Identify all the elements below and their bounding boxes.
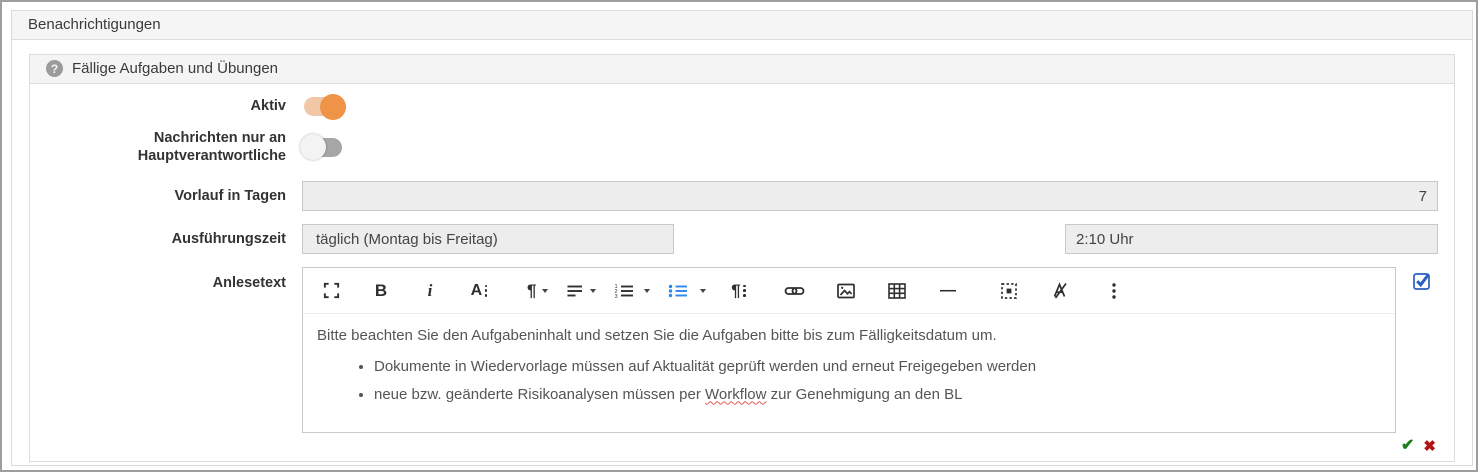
execution-time-label: Ausführungszeit	[46, 230, 286, 248]
remove-format-icon	[1050, 281, 1070, 301]
dots-icon	[743, 285, 746, 297]
unordered-list-button[interactable]	[664, 276, 710, 306]
bold-icon: B	[375, 281, 387, 301]
table-button[interactable]	[883, 276, 911, 306]
svg-text:3: 3	[615, 294, 618, 300]
toggle-knob	[320, 94, 346, 120]
editor-wrap: B i A ¶	[302, 267, 1438, 433]
row-lead-days: Vorlauf in Tagen	[46, 181, 1438, 211]
confirm-icon[interactable]: ✔	[1401, 438, 1414, 454]
main-responsible-only-label: Nachrichten nur an Hauptverantwortliche	[46, 129, 286, 165]
cancel-icon[interactable]: ✖	[1423, 439, 1436, 454]
rich-text-editor: B i A ¶	[302, 267, 1396, 433]
paragraph-style-button[interactable]: ¶	[725, 276, 751, 306]
editor-bullet-list: Dokumente in Wiedervorlage müssen auf Ak…	[317, 358, 1381, 403]
row-main-responsible-only: Nachrichten nur an Hauptverantwortliche	[46, 129, 1438, 165]
editor-side-column	[1396, 267, 1438, 290]
italic-button[interactable]: i	[417, 276, 443, 306]
more-options-icon	[1110, 281, 1118, 301]
row-execution-time: Ausführungszeit täglich (Montag bis Frei…	[46, 224, 1438, 254]
html-mode-checkbox[interactable]	[1413, 272, 1431, 290]
font-color-button[interactable]: A	[466, 276, 492, 306]
paragraph-format-button[interactable]: ¶	[523, 276, 552, 306]
section-title: Fällige Aufgaben und Übungen	[72, 60, 278, 77]
toggle-knob	[300, 134, 326, 160]
section-body: Aktiv Nachrichten nur an Hauptverantwort…	[30, 84, 1454, 461]
active-toggle[interactable]	[304, 97, 342, 116]
editor-actions: ✔ ✖	[46, 435, 1438, 455]
fullscreen-button[interactable]	[318, 276, 345, 306]
dots-icon	[485, 285, 488, 297]
editor-bullet-item: Dokumente in Wiedervorlage müssen auf Ak…	[374, 358, 1381, 375]
image-icon	[836, 281, 856, 301]
paragraph-icon: ¶	[527, 281, 536, 301]
row-intro-text: Anlesetext B	[46, 267, 1438, 433]
dropdown-caret-icon	[542, 289, 548, 293]
dropdown-caret-icon	[590, 289, 596, 293]
main-responsible-only-toggle[interactable]	[304, 138, 342, 157]
table-icon	[887, 281, 907, 301]
execution-schedule-select[interactable]: täglich (Montag bis Freitag)	[302, 224, 674, 254]
due-tasks-section: ? Fällige Aufgaben und Übungen Aktiv	[29, 54, 1455, 462]
section-header: ? Fällige Aufgaben und Übungen	[30, 55, 1454, 84]
link-button[interactable]	[780, 276, 809, 306]
editor-bullet-item: neue bzw. geänderte Risikoanalysen müsse…	[374, 386, 1381, 403]
ordered-list-button[interactable]: 123	[610, 276, 654, 306]
horizontal-rule-icon: —	[940, 282, 955, 300]
remove-format-button[interactable]	[1046, 276, 1074, 306]
ordered-list-icon: 123	[614, 282, 634, 300]
notifications-panel: Benachrichtigungen ? Fällige Aufgaben un…	[11, 10, 1473, 466]
bold-button[interactable]: B	[368, 276, 394, 306]
dropdown-caret-icon	[700, 289, 706, 293]
execution-time-input[interactable]	[1065, 224, 1438, 254]
page-title: Benachrichtigungen	[12, 11, 1472, 40]
font-color-icon: A	[471, 282, 483, 300]
lead-days-label: Vorlauf in Tagen	[46, 187, 286, 205]
lead-days-input[interactable]	[302, 181, 1438, 211]
editor-paragraph: Bitte beachten Sie den Aufgabeninhalt un…	[317, 327, 1381, 344]
italic-icon: i	[428, 281, 433, 301]
paragraph-icon: ¶	[731, 281, 740, 301]
spellchecked-word: Workflow	[705, 386, 766, 403]
editor-toolbar: B i A ¶	[303, 268, 1395, 314]
more-options-button[interactable]	[1101, 276, 1127, 306]
image-button[interactable]	[832, 276, 860, 306]
special-block-button[interactable]	[995, 276, 1023, 306]
unordered-list-icon	[668, 282, 688, 300]
align-button[interactable]	[562, 276, 600, 306]
dropdown-caret-icon	[644, 289, 650, 293]
active-label: Aktiv	[46, 97, 286, 115]
special-block-icon	[999, 281, 1019, 301]
editor-content-area[interactable]: Bitte beachten Sie den Aufgabeninhalt un…	[303, 314, 1395, 432]
help-icon[interactable]: ?	[46, 60, 63, 77]
align-left-icon	[566, 282, 584, 300]
link-icon	[784, 281, 805, 301]
fullscreen-icon	[322, 281, 341, 300]
horizontal-rule-button[interactable]: —	[934, 276, 960, 306]
intro-text-label: Anlesetext	[46, 267, 286, 292]
notifications-panel-body: ? Fällige Aufgaben und Übungen Aktiv	[12, 40, 1472, 470]
row-active: Aktiv	[46, 97, 1438, 116]
